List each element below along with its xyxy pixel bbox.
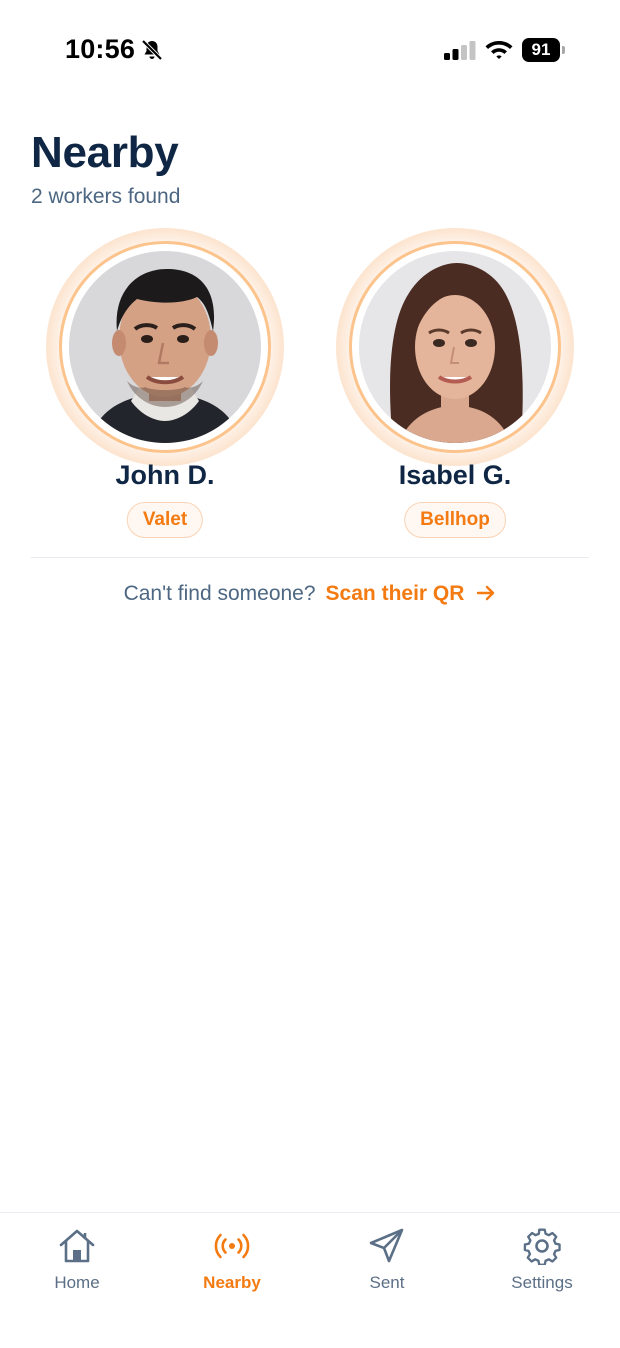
nav-label-nearby: Nearby [203, 1273, 261, 1292]
workers-found-count: 2 workers found [31, 185, 181, 208]
worker-name: Isabel G. [398, 460, 512, 490]
gear-icon [522, 1227, 562, 1266]
battery-tip [562, 46, 565, 54]
divider [31, 557, 589, 558]
nav-item-sent[interactable]: Sent [322, 1227, 452, 1297]
nav-item-nearby[interactable]: Nearby [167, 1227, 297, 1297]
broadcast-icon [212, 1227, 252, 1265]
arrow-right-icon [476, 584, 496, 608]
worker-name: John D. [115, 460, 215, 490]
bell-slash-icon [140, 38, 164, 62]
paper-plane-icon [367, 1227, 407, 1265]
scan-qr-label: Scan their QR [325, 582, 465, 605]
wifi-icon [484, 38, 514, 60]
role-badge: Valet [126, 502, 204, 538]
bottom-nav: Home Nearby Sent Settings [0, 1212, 620, 1348]
scan-prompt: Can't find someone? [123, 582, 316, 605]
nav-item-settings[interactable]: Settings [477, 1227, 607, 1297]
home-icon [57, 1227, 97, 1265]
status-bar: 10:56 91 [0, 0, 620, 100]
nav-label-settings: Settings [511, 1273, 573, 1292]
scan-qr-row: Can't find someone? Scan their QR [0, 582, 620, 608]
avatar[interactable] [359, 251, 551, 443]
nav-label-home: Home [54, 1273, 100, 1292]
avatar-ring [59, 241, 271, 453]
battery-level: 91 [522, 38, 560, 62]
nav-label-sent: Sent [369, 1273, 405, 1292]
female-portrait-photo [359, 251, 551, 443]
page-title: Nearby [31, 128, 179, 177]
male-portrait-photo [69, 251, 261, 443]
battery-icon: 91 [522, 38, 566, 62]
scan-qr-link[interactable]: Scan their QR [326, 582, 497, 605]
avatar[interactable] [69, 251, 261, 443]
avatar-ring [349, 241, 561, 453]
worker-card-john[interactable]: John D. Valet [40, 228, 290, 548]
worker-card-isabel[interactable]: Isabel G. Bellhop [330, 228, 580, 548]
role-badge: Bellhop [404, 502, 506, 538]
nav-item-home[interactable]: Home [12, 1227, 142, 1297]
status-time: 10:56 [65, 34, 136, 64]
signal-icon [444, 40, 476, 60]
